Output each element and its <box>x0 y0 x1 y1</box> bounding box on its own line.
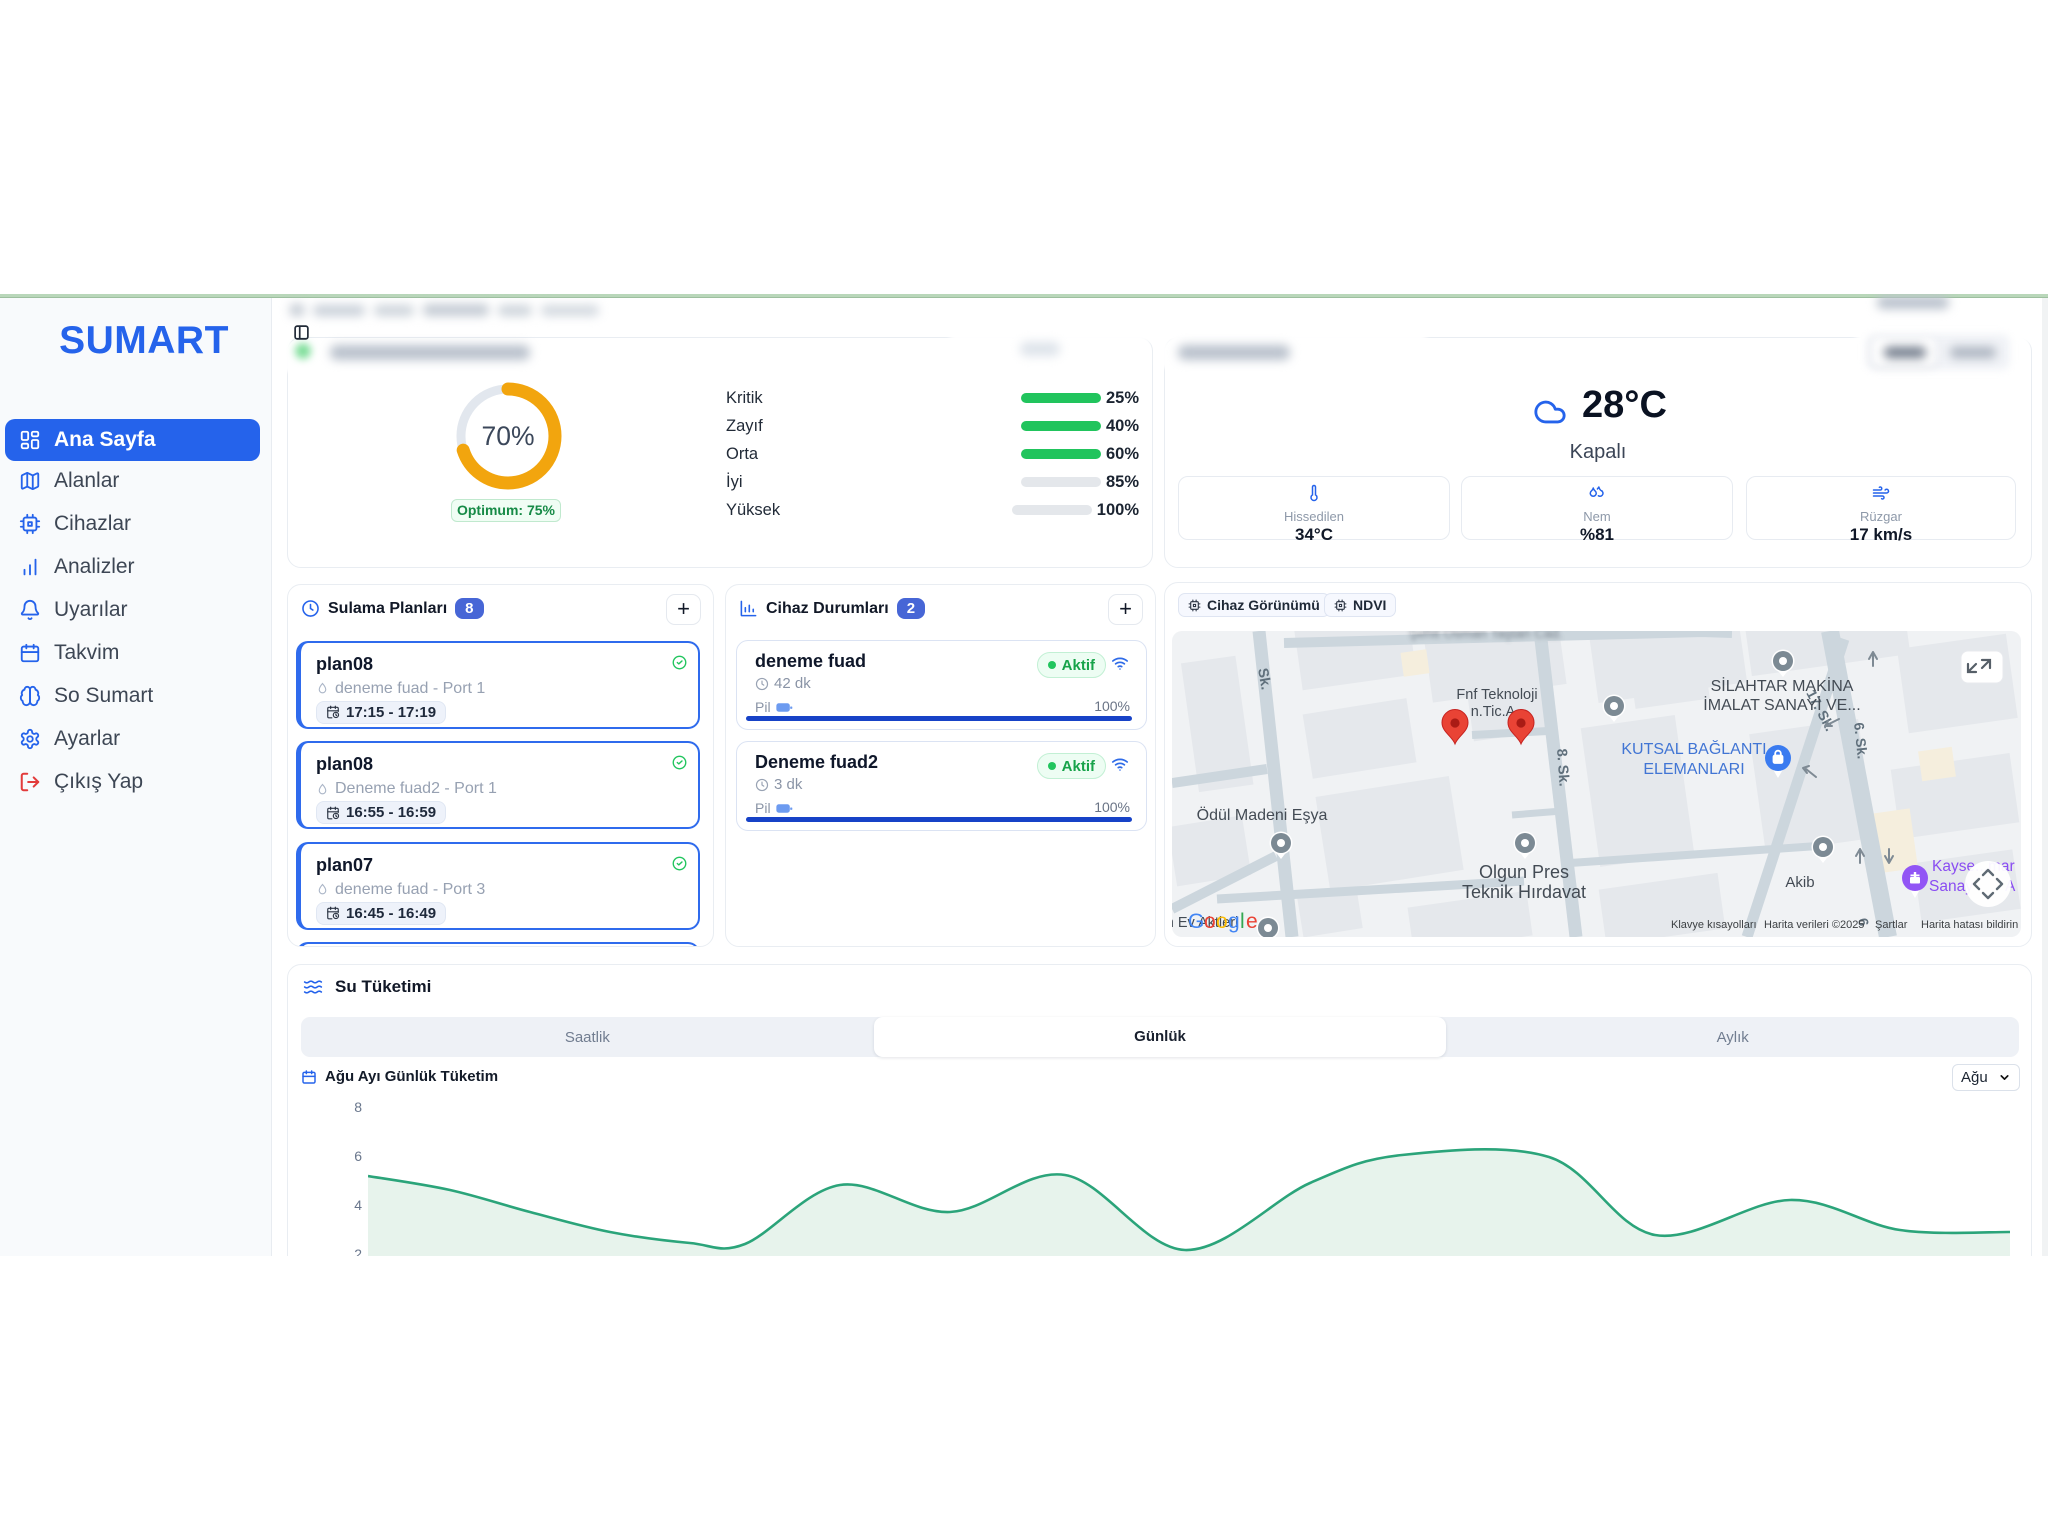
svg-text:Teknik Hırdavat: Teknik Hırdavat <box>1462 882 1586 902</box>
svg-text:70%: 70% <box>481 421 534 451</box>
svg-text:İMALAT SANAYİ VE...: İMALAT SANAYİ VE... <box>1703 695 1860 714</box>
svg-text:Harita hatası bildirin: Harita hatası bildirin <box>1921 919 2018 931</box>
svg-text:Akib: Akib <box>1785 874 1814 891</box>
svg-text:l: l <box>1240 910 1245 933</box>
svg-text:Şartlar: Şartlar <box>1875 919 1908 931</box>
svg-text:o: o <box>1204 910 1216 933</box>
svg-text:Fnf Teknoloji: Fnf Teknoloji <box>1456 687 1537 703</box>
svg-text:Ödül Madeni Eşya: Ödül Madeni Eşya <box>1197 806 1328 824</box>
svg-text:g: g <box>1228 910 1240 933</box>
svg-text:o: o <box>1216 910 1228 933</box>
svg-text:8. Sk.: 8. Sk. <box>1553 748 1572 787</box>
svg-text:ELEMANLARI: ELEMANLARI <box>1643 761 1744 778</box>
svg-text:KUTSAL BAĞLANTI: KUTSAL BAĞLANTI <box>1621 739 1766 758</box>
svg-text:SİLAHTAR MAKİNA: SİLAHTAR MAKİNA <box>1711 676 1854 695</box>
svg-text:Klavye kısayolları: Klavye kısayolları <box>1671 919 1757 931</box>
svg-text:e: e <box>1246 910 1258 933</box>
svg-text:Olgun Pres: Olgun Pres <box>1479 862 1569 882</box>
svg-text:G: G <box>1188 910 1204 933</box>
svg-text:Harita verileri ©2025: Harita verileri ©2025 <box>1764 919 1864 931</box>
svg-text:Şehit Osman Taştan Cad.: Şehit Osman Taştan Cad. <box>1409 631 1563 641</box>
